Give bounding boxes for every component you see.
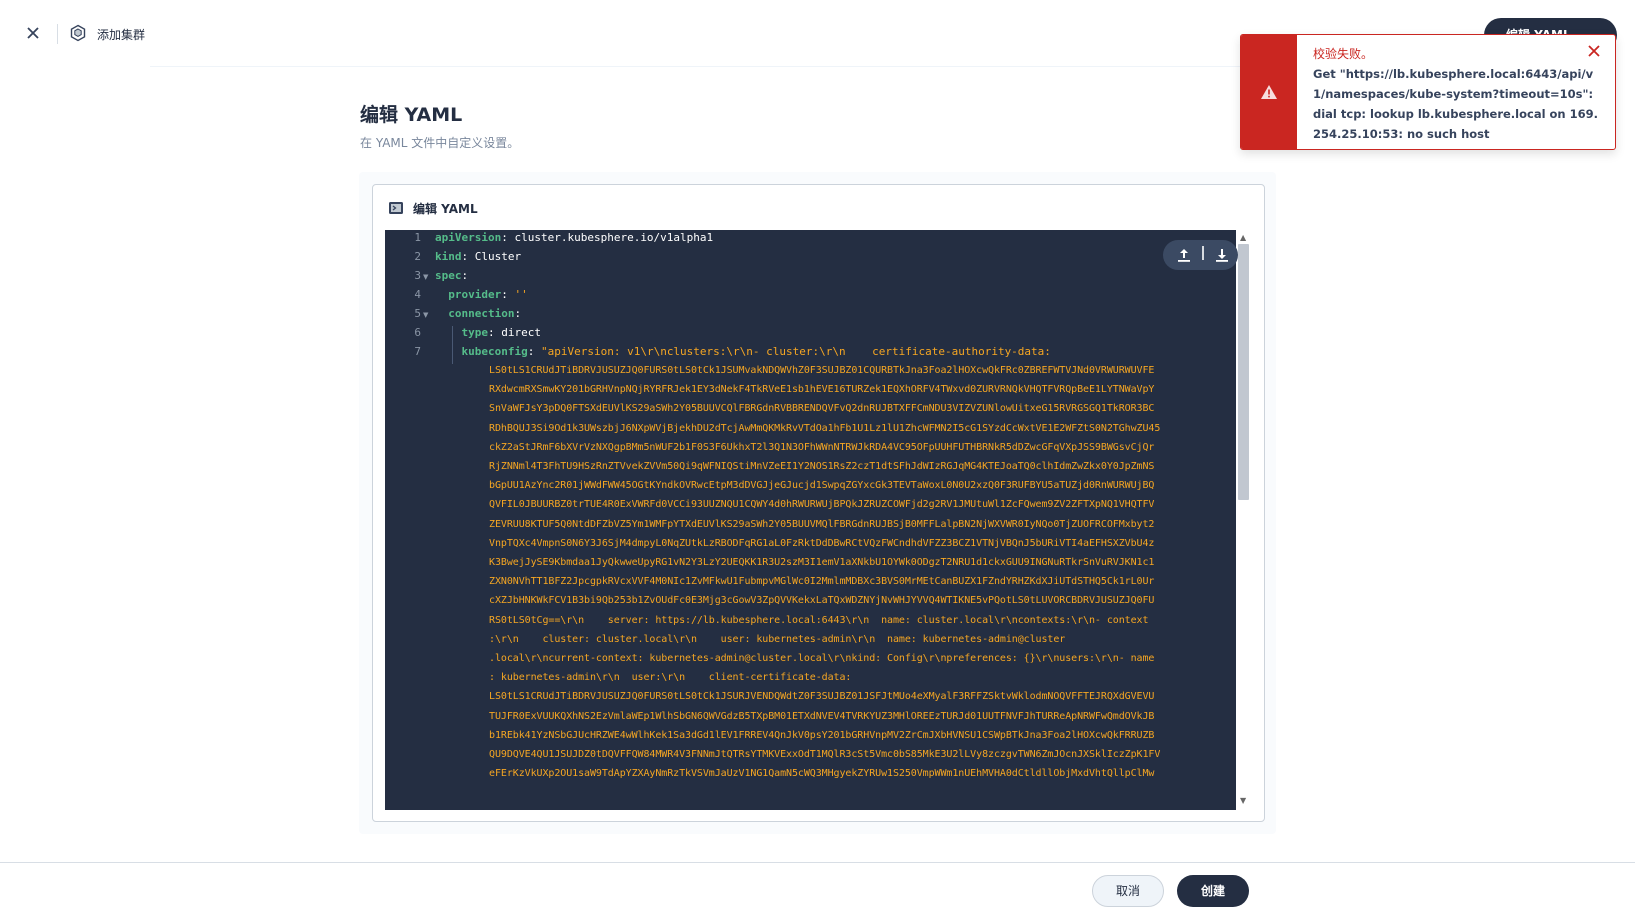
code-line-wrap: SnVaWFJsY3pDQ0FTSXdEUVlKS29aSWh2Y05BUUVC… <box>489 403 1155 415</box>
scroll-up-icon[interactable]: ▲ <box>1240 233 1246 242</box>
line-number: 2 <box>414 250 421 263</box>
code-line-wrap: RS0tLS0tCg==\r\n server: https://lb.kube… <box>489 614 1149 626</box>
line-number: 4 <box>414 288 421 301</box>
code-line-wrap: VnpTQXc4VmpnS0N6Y3J6SjM4dmpyL0NqZUtkLzRB… <box>489 537 1155 549</box>
code-line-wrap: QU9DQVE4QU1JSUJDZ0tDQVFFQW84MWR4V3FNNmJt… <box>489 749 1161 760</box>
code-line-wrap: ZXN0NVhTT1BFZ2JpcgpkRVcxVVF4M0NIc1ZvMFkw… <box>489 576 1155 588</box>
code-line-wrap: ZEVRUU8KTUF5Q0NtdDFZbVZ5Ym1WMFpYTXdEUVlK… <box>489 518 1155 530</box>
toast-message: Get "https://lb.kubesphere.local:6443/ap… <box>1313 67 1598 141</box>
line-number: 5 <box>414 307 421 320</box>
cluster-icon <box>70 24 86 42</box>
code-line: kind: Cluster <box>435 250 522 263</box>
close-icon[interactable] <box>22 22 44 44</box>
yaml-file-icon <box>389 202 403 214</box>
code-line-wrap: ckZ2aStJRmF6bXVrVzNXQgpBMm5nWUF2b1F0S3F6… <box>489 441 1155 453</box>
footer-separator <box>0 862 1635 863</box>
yaml-editor[interactable]: 1 2 3 ▼ 4 5 ▼ 6 7 apiVersion: cluster.ku… <box>385 230 1251 810</box>
code-line-wrap: K3BwejJySE9Kbmdaa1JyQkwweUpyRG1vN2Y3LzY2… <box>489 557 1155 568</box>
code-line: spec: <box>435 269 469 282</box>
code-line: provider: '' <box>448 288 528 301</box>
toast-title: 校验失败。 <box>1313 47 1374 61</box>
code-line: apiVersion: cluster.kubesphere.io/v1alph… <box>435 231 714 244</box>
line-number: 3 <box>414 269 421 282</box>
code-line-wrap: LS0tLS1CRUdJTiBDRVJUSUZJQ0FURS0tLS0tCk1J… <box>489 691 1155 703</box>
page-title: 编辑 YAML <box>360 104 463 126</box>
line-number: 7 <box>414 345 421 358</box>
page-crumb: 添加集群 <box>97 28 146 42</box>
scroll-down-icon[interactable]: ▼ <box>1240 796 1246 805</box>
toolbar-divider <box>1202 246 1204 260</box>
line-number: 1 <box>414 231 421 244</box>
code-line-wrap: bGpUU1AzYnc2R01jWWdFWW45OGtKYndkOVRwcEtp… <box>489 480 1155 492</box>
indent-guide <box>452 326 453 364</box>
code-line-wrap: RjZNNml4T3FhTU9HSzRnZTVvekZVVm50Qi9qWFNI… <box>489 461 1155 472</box>
code-line-wrap: : kubernetes-admin\r\n user:\r\n client-… <box>489 672 852 684</box>
code-line: connection: <box>448 307 522 320</box>
code-line-wrap: TUJFR0ExVUUKQXhNS2EzVmlaWEp1WlhSbGN6QWVG… <box>489 710 1155 722</box>
code-line-wrap: eFErKzVkUXp2OU1saW9TdApYZXAyNmRzTkVSVmJa… <box>489 768 1155 780</box>
download-icon[interactable] <box>1214 247 1230 263</box>
divider <box>57 24 58 44</box>
line-number: 6 <box>414 326 421 339</box>
code-line-wrap: RXdwcmRXSmwKY201bGRHVnpNQjRYRFRJek1EY3dN… <box>489 384 1155 396</box>
line-gutter: 1 2 3 ▼ 4 5 ▼ 6 7 <box>385 230 433 810</box>
code-line: type: direct <box>461 326 542 339</box>
code-line: kubeconfig: "apiVersion: v1\r\nclusters:… <box>461 345 1051 358</box>
code-line-wrap: LS0tLS1CRUdJTiBDRVJUSUZJQ0FURS0tLS0tCk1J… <box>489 365 1155 376</box>
code-line-wrap: :\r\n cluster: cluster.local\r\n user: k… <box>489 633 1066 645</box>
cancel-button[interactable]: 取消 <box>1092 875 1164 907</box>
code-line-wrap: cXZJbHNKWkFCV1B3bi9Qb253b1ZvOUdFc0E3Mjg3… <box>489 595 1155 607</box>
error-notification: 校验失败。 Get "https://lb.kubesphere.local:6… <box>1240 34 1616 150</box>
upload-icon[interactable] <box>1176 247 1192 263</box>
warning-icon <box>1261 85 1277 99</box>
scrollbar-thumb[interactable] <box>1238 244 1249 500</box>
editor-title: 编辑 YAML <box>413 202 478 216</box>
create-button[interactable]: 创建 <box>1177 875 1249 907</box>
code-line-wrap: QVFIL0JBUURBZ0trTUE4R0ExVWRFd0VCCi93UUZN… <box>489 499 1155 511</box>
toast-close-icon[interactable] <box>1587 44 1601 58</box>
page-subtitle: 在 YAML 文件中自定义设置。 <box>360 136 520 150</box>
fold-icon[interactable]: ▼ <box>423 273 428 281</box>
code-line-wrap: RDhBQUJ3Si9Od1k3UWszbjJ6NXpWVjBjekhDU2dT… <box>489 422 1161 434</box>
fold-icon[interactable]: ▼ <box>423 311 428 319</box>
code-line-wrap: .local\r\ncurrent-context: kubernetes-ad… <box>489 653 1155 664</box>
code-line-wrap: b1REbk41YzNSbGJUcHRZWE4wWlhKek1Sa3dGd1lE… <box>489 729 1155 741</box>
